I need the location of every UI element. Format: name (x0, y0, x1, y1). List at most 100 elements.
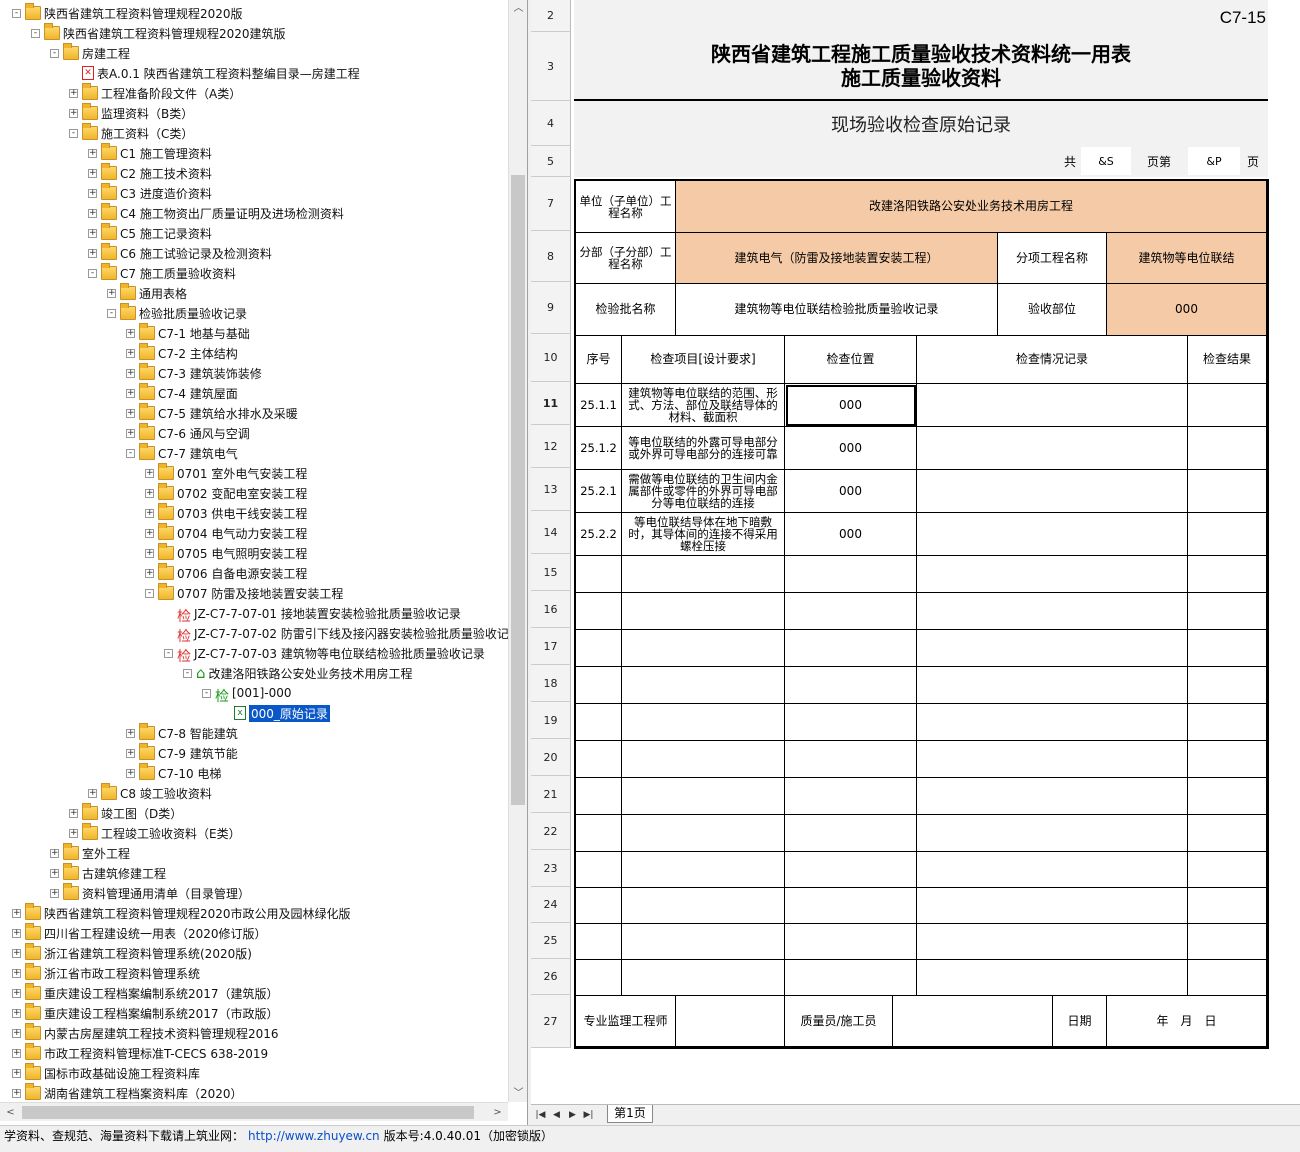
record-cell[interactable] (917, 513, 1188, 556)
collapse-icon[interactable]: - (202, 688, 211, 698)
expand-icon[interactable]: + (69, 108, 78, 118)
record-cell[interactable] (917, 888, 1188, 924)
position-cell[interactable] (785, 960, 917, 996)
tree-node[interactable]: - 检验批质量验收记录 (107, 303, 247, 323)
tree-node[interactable]: + 浙江省建筑工程资料管理系统(2020版) (12, 943, 252, 963)
tree-node[interactable]: - 检 JZ-C7-7-07-03 建筑物等电位联结检验批质量验收记录 (164, 643, 485, 665)
row-header[interactable]: 20 (531, 739, 571, 776)
expand-icon[interactable]: + (69, 88, 78, 98)
seq-cell[interactable]: 25.2.2 (576, 513, 622, 556)
result-cell[interactable] (1188, 556, 1267, 593)
row-header[interactable]: 2 (531, 0, 571, 32)
tree-node[interactable]: - 陕西省建筑工程资料管理规程2020建筑版 (31, 23, 286, 43)
seq-cell[interactable] (576, 960, 622, 996)
seq-cell[interactable] (576, 556, 622, 593)
expand-icon[interactable]: + (145, 488, 154, 498)
tree-node[interactable]: + 资料管理通用清单（目录管理） (50, 883, 250, 903)
record-cell[interactable] (917, 667, 1188, 704)
result-cell[interactable] (1188, 741, 1267, 778)
subitem-name-value[interactable]: 建筑物等电位联结 (1107, 233, 1267, 284)
position-cell[interactable]: 000 (785, 427, 917, 470)
seq-cell[interactable]: 25.1.1 (576, 384, 622, 427)
row-header[interactable]: 19 (531, 702, 571, 739)
tree-node[interactable]: + 重庆建设工程档案编制系统2017（建筑版） (12, 983, 279, 1003)
expand-icon[interactable]: + (126, 328, 135, 338)
position-cell[interactable] (785, 778, 917, 815)
expand-icon[interactable]: + (12, 1088, 21, 1098)
tree-node[interactable]: + 监理资料（B类） (69, 103, 193, 123)
tree-node[interactable]: +0704 电气动力安装工程 (145, 523, 307, 543)
page-number-field[interactable]: &P (1188, 147, 1240, 175)
position-cell[interactable] (785, 741, 917, 778)
collapse-icon[interactable]: - (50, 48, 59, 58)
position-cell[interactable] (785, 704, 917, 741)
item-cell[interactable] (622, 630, 785, 667)
record-cell[interactable] (917, 778, 1188, 815)
expand-icon[interactable]: + (50, 868, 59, 878)
expand-icon[interactable]: + (88, 168, 97, 178)
item-cell[interactable] (622, 667, 785, 704)
position-cell[interactable] (785, 667, 917, 704)
row-header[interactable]: 5 (531, 146, 571, 177)
tree-node[interactable]: + C7-6 通风与空调 (126, 423, 250, 443)
tree-node[interactable]: + 通用表格 (107, 283, 187, 303)
row-header[interactable]: 14 (531, 511, 571, 554)
result-cell[interactable] (1188, 704, 1267, 741)
seq-cell[interactable] (576, 593, 622, 630)
collapse-icon[interactable]: - (107, 308, 116, 318)
position-cell[interactable] (785, 556, 917, 593)
expand-icon[interactable]: + (126, 728, 135, 738)
batch-name-value[interactable]: 建筑物等电位联结检验批质量验收记录 (676, 284, 998, 336)
expand-icon[interactable]: + (88, 148, 97, 158)
row-header[interactable]: 3 (531, 32, 571, 101)
tree-node[interactable]: +0706 自备电源安装工程 (145, 563, 307, 583)
position-cell[interactable]: 000 (785, 470, 917, 513)
tree-node[interactable]: + 重庆建设工程档案编制系统2017（市政版） (12, 1003, 279, 1023)
record-cell[interactable] (917, 704, 1188, 741)
expand-icon[interactable]: + (126, 368, 135, 378)
tree-node[interactable]: - 检 [001]-000 (202, 683, 292, 705)
seq-cell[interactable] (576, 741, 622, 778)
collapse-icon[interactable]: - (126, 448, 135, 458)
scrollbar-thumb[interactable] (22, 1106, 474, 1119)
result-cell[interactable] (1188, 593, 1267, 630)
result-cell[interactable] (1188, 470, 1267, 513)
seq-cell[interactable] (576, 778, 622, 815)
collapse-icon[interactable]: - (12, 8, 21, 18)
row-header[interactable]: 11 (531, 382, 571, 425)
record-cell[interactable] (917, 852, 1188, 888)
position-cell[interactable] (785, 630, 917, 667)
tree-node[interactable]: + 陕西省建筑工程资料管理规程2020市政公用及园林绿化版 (12, 903, 351, 923)
tree-node[interactable]: + 内蒙古房屋建筑工程技术资料管理规程2016 (12, 1023, 279, 1043)
collapse-icon[interactable]: - (31, 28, 40, 38)
expand-icon[interactable]: + (126, 388, 135, 398)
expand-icon[interactable]: + (145, 528, 154, 538)
tree-node[interactable]: + C7-4 建筑屋面 (126, 383, 238, 403)
scrollbar-thumb[interactable] (511, 175, 525, 805)
division-name-value[interactable]: 建筑电气（防雷及接地装置安装工程） (676, 233, 998, 284)
collapse-icon[interactable]: - (69, 128, 78, 138)
expand-icon[interactable]: + (126, 348, 135, 358)
tree-node[interactable]: + C7-1 地基与基础 (126, 323, 250, 343)
tree-node[interactable]: + 工程竣工验收资料（E类） (69, 823, 241, 843)
seq-cell[interactable]: 25.2.1 (576, 470, 622, 513)
tree-node[interactable]: - 0707 防雷及接地装置安装工程 (145, 583, 343, 603)
record-cell[interactable] (917, 960, 1188, 996)
tree-node[interactable]: + C8 竣工验收资料 (88, 783, 212, 803)
tree-node[interactable]: + C2 施工技术资料 (88, 163, 212, 183)
scroll-down-arrow-icon[interactable]: ﹀ (509, 1085, 528, 1102)
tree-node[interactable]: + 浙江省市政工程资料管理系统 (12, 963, 200, 983)
row-header[interactable]: 12 (531, 425, 571, 468)
item-cell[interactable] (622, 556, 785, 593)
tree-node[interactable]: + C7-8 智能建筑 (126, 723, 238, 743)
sheet-tab-page1[interactable]: 第1页 (607, 1105, 653, 1123)
scroll-right-arrow-icon[interactable]: > (489, 1103, 506, 1122)
seq-cell[interactable] (576, 630, 622, 667)
expand-icon[interactable]: + (126, 748, 135, 758)
item-cell[interactable]: 等电位联结导体在地下暗敷时，其导体间的连接不得采用螺栓压接 (622, 513, 785, 556)
tree-node[interactable]: - 房建工程 (50, 43, 130, 63)
tree-node[interactable]: + 竣工图（D类） (69, 803, 182, 823)
record-cell[interactable] (917, 741, 1188, 778)
tree-node[interactable]: - 施工资料（C类） (69, 123, 193, 143)
tree-node[interactable]: - 陕西省建筑工程资料管理规程2020版 (12, 3, 243, 23)
